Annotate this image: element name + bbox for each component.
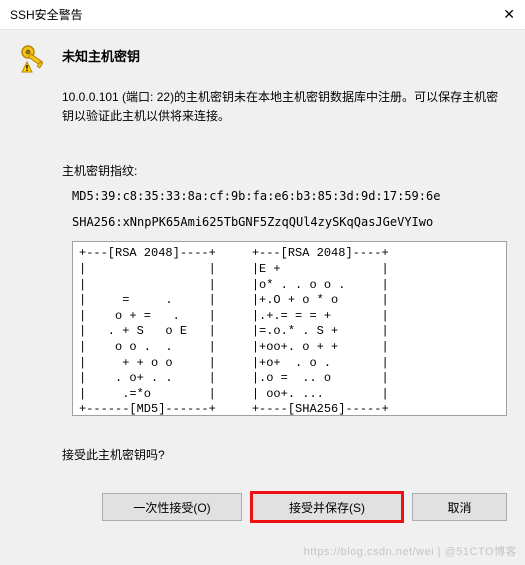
dialog-heading: 未知主机密钥 <box>62 42 140 65</box>
cancel-button[interactable]: 取消 <box>412 493 507 521</box>
button-row: 一次性接受(O) 接受并保存(S) 取消 <box>0 493 525 533</box>
md5-fingerprint: MD5:39:c8:35:33:8a:cf:9b:fa:e6:b3:85:3d:… <box>72 189 507 203</box>
dialog-content: 未知主机密钥 10.0.0.101 (端口: 22)的主机密钥未在本地主机密钥数… <box>0 30 525 493</box>
dialog-message: 10.0.0.101 (端口: 22)的主机密钥未在本地主机密钥数据库中注册。可… <box>62 88 507 126</box>
accept-once-button[interactable]: 一次性接受(O) <box>102 493 242 521</box>
dialog-header: 未知主机密钥 <box>18 42 507 74</box>
close-icon[interactable]: ✕ <box>485 6 515 23</box>
accept-prompt: 接受此主机密钥吗? <box>62 446 507 463</box>
fingerprint-label: 主机密钥指纹: <box>62 162 507 179</box>
sha256-fingerprint: SHA256:xNnpPK65Ami625TbGNF5ZzqQUl4zySKqQ… <box>72 215 507 229</box>
window-title: SSH安全警告 <box>10 6 485 23</box>
titlebar: SSH安全警告 ✕ <box>0 0 525 30</box>
randomart-box: +---[RSA 2048]----+ +---[RSA 2048]----+ … <box>72 241 507 416</box>
watermark-text: https://blog.csdn.net/wei | @51CTO博客 <box>304 543 517 559</box>
key-warning-icon <box>18 42 50 74</box>
accept-save-button[interactable]: 接受并保存(S) <box>252 493 402 521</box>
